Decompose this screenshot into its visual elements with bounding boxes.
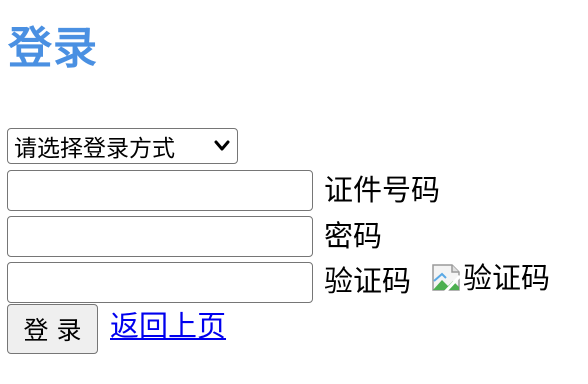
captcha-image-alt-text: 验证码 xyxy=(463,260,551,295)
login-method-select[interactable]: 请选择登录方式 xyxy=(7,128,238,164)
password-input[interactable] xyxy=(7,216,313,257)
login-method-select-value: 请选择登录方式 xyxy=(14,136,175,162)
login-button[interactable]: 登 录 xyxy=(7,304,98,354)
captcha-image[interactable]: 验证码 xyxy=(430,258,550,298)
id-number-input[interactable] xyxy=(7,170,313,211)
captcha-label: 验证码 xyxy=(324,264,412,298)
chevron-down-icon xyxy=(213,137,231,155)
page-title: 登录 xyxy=(8,23,98,74)
back-link[interactable]: 返回上页 xyxy=(110,306,226,347)
id-number-label: 证件号码 xyxy=(324,173,441,207)
broken-image-icon xyxy=(430,262,462,294)
password-label: 密码 xyxy=(324,219,383,253)
captcha-input[interactable] xyxy=(7,262,313,303)
